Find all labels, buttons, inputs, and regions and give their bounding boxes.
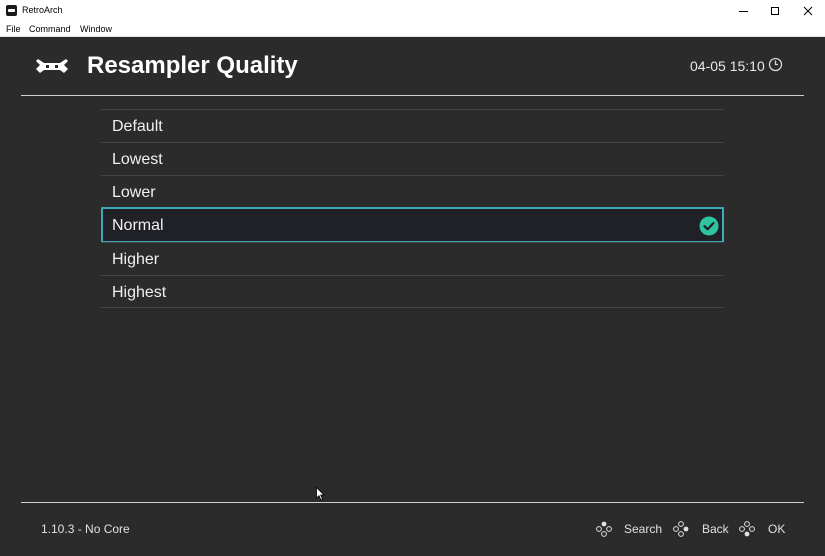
gamepad-button-back-icon: [673, 521, 689, 537]
minimize-button[interactable]: [726, 0, 760, 22]
clock-text: 04-05 15:10: [690, 58, 765, 74]
list-item-label: Normal: [112, 217, 164, 234]
list-item-label: Lowest: [112, 151, 163, 168]
clock-icon: [768, 57, 783, 72]
checkmark-icon: [699, 216, 719, 236]
list-item-lower[interactable]: Lower: [101, 175, 724, 208]
retroarch-logo-icon: [36, 59, 68, 73]
maximize-icon: [771, 7, 779, 15]
list-item-label: Lower: [112, 184, 156, 201]
list-item-label: Higher: [112, 251, 160, 268]
gamepad-button-search-icon: [596, 521, 612, 537]
ok-action-label: OK: [768, 522, 786, 536]
window-title: RetroArch: [22, 5, 63, 15]
minimize-icon: [738, 10, 748, 12]
list-item-lowest[interactable]: Lowest: [101, 142, 724, 175]
footer-divider: [21, 502, 804, 503]
close-icon: [803, 6, 813, 16]
version-label: 1.10.3 - No Core: [41, 522, 130, 536]
list-item-normal[interactable]: Normal: [101, 207, 724, 243]
window-titlebar: RetroArch: [0, 0, 825, 22]
page-title: Resampler Quality: [87, 52, 298, 79]
menu-file[interactable]: File: [6, 24, 21, 34]
list-item-default[interactable]: Default: [101, 109, 724, 142]
mouse-cursor-icon: [316, 487, 325, 501]
close-button[interactable]: [791, 0, 825, 22]
list-item-higher[interactable]: Higher: [101, 242, 724, 275]
list-item-label: Highest: [112, 284, 167, 301]
menu-window[interactable]: Window: [80, 24, 112, 34]
header-divider: [21, 95, 804, 96]
list-item-highest[interactable]: Highest: [101, 275, 724, 308]
search-action-label: Search: [624, 522, 663, 536]
menubar: File Command Window: [0, 22, 825, 37]
gamepad-button-ok-icon: [739, 521, 755, 537]
menu-command[interactable]: Command: [29, 24, 71, 34]
list-item-label: Default: [112, 118, 163, 135]
back-action-label: Back: [702, 522, 729, 536]
page-header: Resampler Quality 04-05 15:10: [0, 37, 825, 95]
retroarch-app-icon: [6, 5, 17, 16]
maximize-button[interactable]: [758, 0, 792, 22]
